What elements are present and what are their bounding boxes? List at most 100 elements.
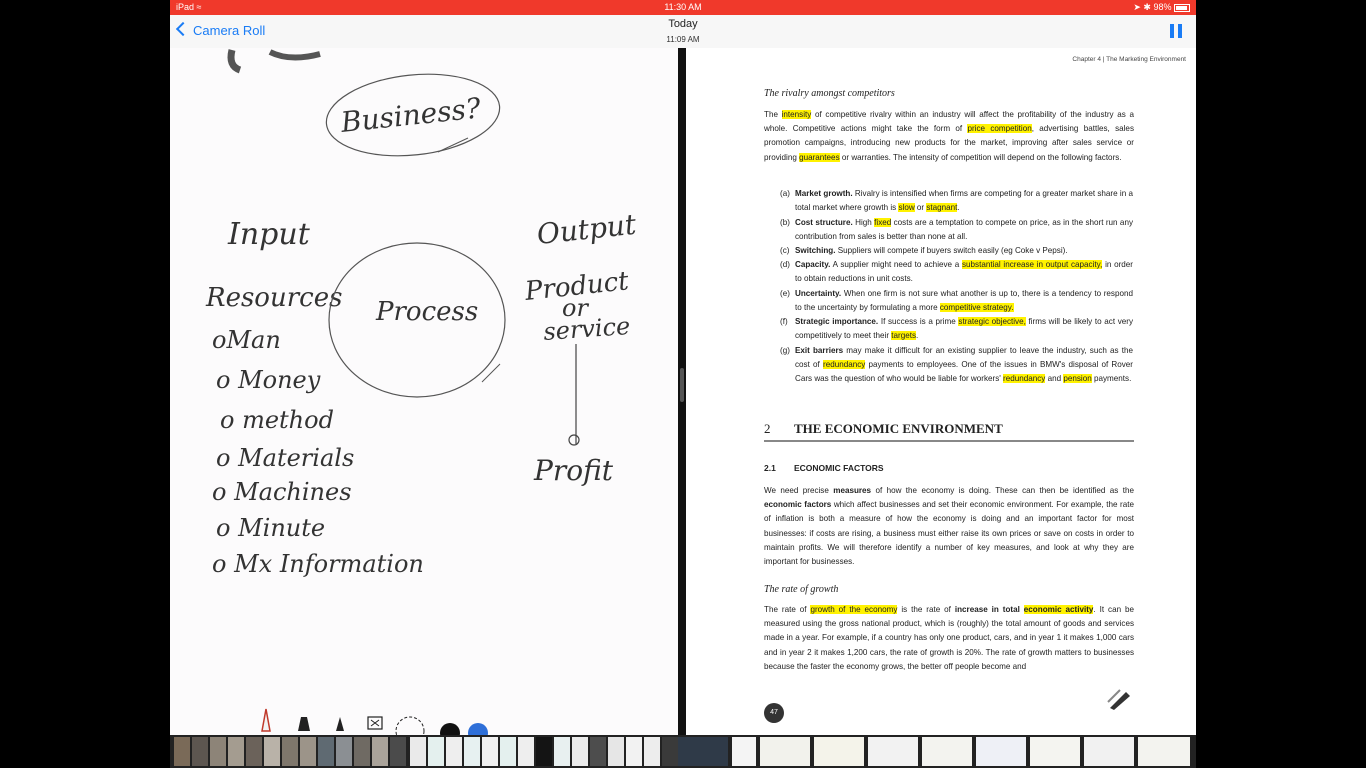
factor-label: (f): [780, 317, 788, 326]
note-input: Input: [227, 217, 311, 252]
color-swatch-blue[interactable]: [468, 723, 488, 735]
color-swatch-black[interactable]: [440, 723, 460, 735]
factor-label: (a): [780, 189, 790, 198]
pencil-tool-icon[interactable]: [336, 717, 344, 731]
highlight: substantial increase in output capacity,: [962, 260, 1103, 269]
factor-label: (c): [780, 246, 790, 255]
highlight: intensity: [781, 110, 812, 119]
thumbnail[interactable]: [868, 737, 918, 766]
thumbnail[interactable]: [814, 737, 864, 766]
text-run: High: [852, 218, 875, 227]
split-view-divider[interactable]: [678, 48, 686, 735]
thumbnail[interactable]: [300, 737, 316, 766]
thumbnail[interactable]: [354, 737, 370, 766]
marker-tool-icon[interactable]: [298, 717, 310, 731]
factor-title: Switching.: [795, 246, 836, 255]
note-service: service: [542, 312, 631, 346]
nav-bar: Camera Roll Today 11:09 AM: [170, 15, 1196, 49]
thumbnail[interactable]: [464, 737, 480, 766]
thumbnail[interactable]: [482, 737, 498, 766]
thumbnail-strip[interactable]: [170, 735, 1196, 768]
thumbnail[interactable]: [536, 737, 552, 766]
resource-item: o Materials: [216, 444, 354, 472]
lasso-tool-icon[interactable]: [395, 716, 425, 735]
thumbnail[interactable]: [1084, 737, 1134, 766]
thumbnail[interactable]: [282, 737, 298, 766]
thumbnail[interactable]: [1138, 737, 1190, 766]
note-process: Process: [375, 297, 478, 327]
pen-tool-icon[interactable]: [261, 708, 271, 732]
drawing-toolbar: [261, 708, 488, 735]
thumbnail[interactable]: [410, 737, 426, 766]
thumbnail[interactable]: [192, 737, 208, 766]
highlight: redundancy: [823, 360, 866, 370]
section-title: THE ECONOMIC ENVIRONMENT: [794, 421, 1003, 436]
thumbnail[interactable]: [626, 737, 642, 766]
factor-text: Strategic importance. If success is a pr…: [795, 315, 1133, 343]
thumbnail[interactable]: [678, 737, 728, 766]
text-run: If success is a prime: [878, 317, 959, 326]
handwriting-svg: Business? Input Output Resources Process…: [205, 49, 638, 578]
text-run: A supplier might need to achieve a: [830, 260, 962, 269]
subsection-heading: 2.1 ECONOMIC FACTORS: [764, 461, 884, 475]
document-pane[interactable]: Chapter 4 | The Marketing Environment Th…: [686, 48, 1196, 735]
note-resources: Resources: [205, 283, 342, 313]
thumbnail[interactable]: [174, 737, 190, 766]
resource-item: oMan: [212, 326, 281, 354]
notes-canvas[interactable]: Business? Input Output Resources Process…: [170, 48, 678, 735]
highlight: strategic objective,: [958, 317, 1026, 326]
resource-item: o Money: [216, 366, 321, 394]
thumbnail[interactable]: [336, 737, 352, 766]
thumbnail[interactable]: [372, 737, 388, 766]
thumbnail[interactable]: [572, 737, 588, 766]
factor-label: (d): [780, 260, 790, 269]
thumbnail[interactable]: [428, 737, 444, 766]
running-head: Chapter 4 | The Marketing Environment: [1072, 56, 1186, 63]
thumbnail[interactable]: [760, 737, 810, 766]
ipad-screen: iPad ≈ 11:30 AM ➤ ✱ 98% Camera Roll Toda…: [170, 0, 1196, 768]
highlight: competitive strategy.: [939, 303, 1014, 313]
eraser-tool-icon[interactable]: [367, 716, 383, 730]
thumbnail[interactable]: [318, 737, 334, 766]
text-run: which affect businesses and set their ec…: [764, 500, 1134, 567]
text-run: of how the economy is doing. These can t…: [871, 486, 1134, 495]
text-run: The: [764, 110, 782, 119]
thumbnail[interactable]: [608, 737, 624, 766]
thumbnail[interactable]: [732, 737, 756, 766]
thumbnail[interactable]: [500, 737, 516, 766]
section-number: 2: [764, 421, 771, 436]
text-run: or warranties. The intensity of competit…: [839, 152, 1122, 162]
battery-icon: [1174, 3, 1190, 12]
factor-text: Cost structure. High fixed costs are a t…: [795, 216, 1133, 244]
annotate-pencil-icon[interactable]: [1106, 688, 1136, 712]
thumbnail[interactable]: [554, 737, 570, 766]
thumbnail[interactable]: [644, 737, 660, 766]
thumbnail[interactable]: [246, 737, 262, 766]
thumbnail[interactable]: [922, 737, 972, 766]
highlight: redundancy: [1003, 374, 1046, 384]
econ-paragraph: We need precise measures of how the econ…: [764, 484, 1134, 569]
thumbnail[interactable]: [264, 737, 280, 766]
bold-run: measures: [833, 486, 872, 495]
text-run: payments.: [1091, 374, 1132, 384]
factor-title: Uncertainty.: [795, 289, 842, 298]
section-heading: 2 THE ECONOMIC ENVIRONMENT: [764, 421, 1134, 443]
thumbnail[interactable]: [390, 737, 406, 766]
text-run: or: [914, 203, 927, 213]
text-run: .: [916, 331, 919, 341]
thumbnail[interactable]: [210, 737, 226, 766]
thumbnail[interactable]: [976, 737, 1026, 766]
thumbnail[interactable]: [1030, 737, 1080, 766]
thumbnail[interactable]: [518, 737, 534, 766]
note-business-text: Business?: [338, 91, 483, 139]
thumbnail[interactable]: [662, 737, 678, 766]
pause-button[interactable]: [1170, 24, 1182, 38]
rivalry-heading: The rivalry amongst competitors: [764, 88, 895, 99]
factor-text: Exit barriers may make it difficult for …: [795, 344, 1133, 387]
thumbnail[interactable]: [228, 737, 244, 766]
divider-handle[interactable]: [680, 368, 684, 402]
thumbnail[interactable]: [446, 737, 462, 766]
status-bar: iPad ≈ 11:30 AM ➤ ✱ 98%: [170, 0, 1196, 15]
ink-stroke-top: [227, 49, 242, 74]
thumbnail[interactable]: [590, 737, 606, 766]
